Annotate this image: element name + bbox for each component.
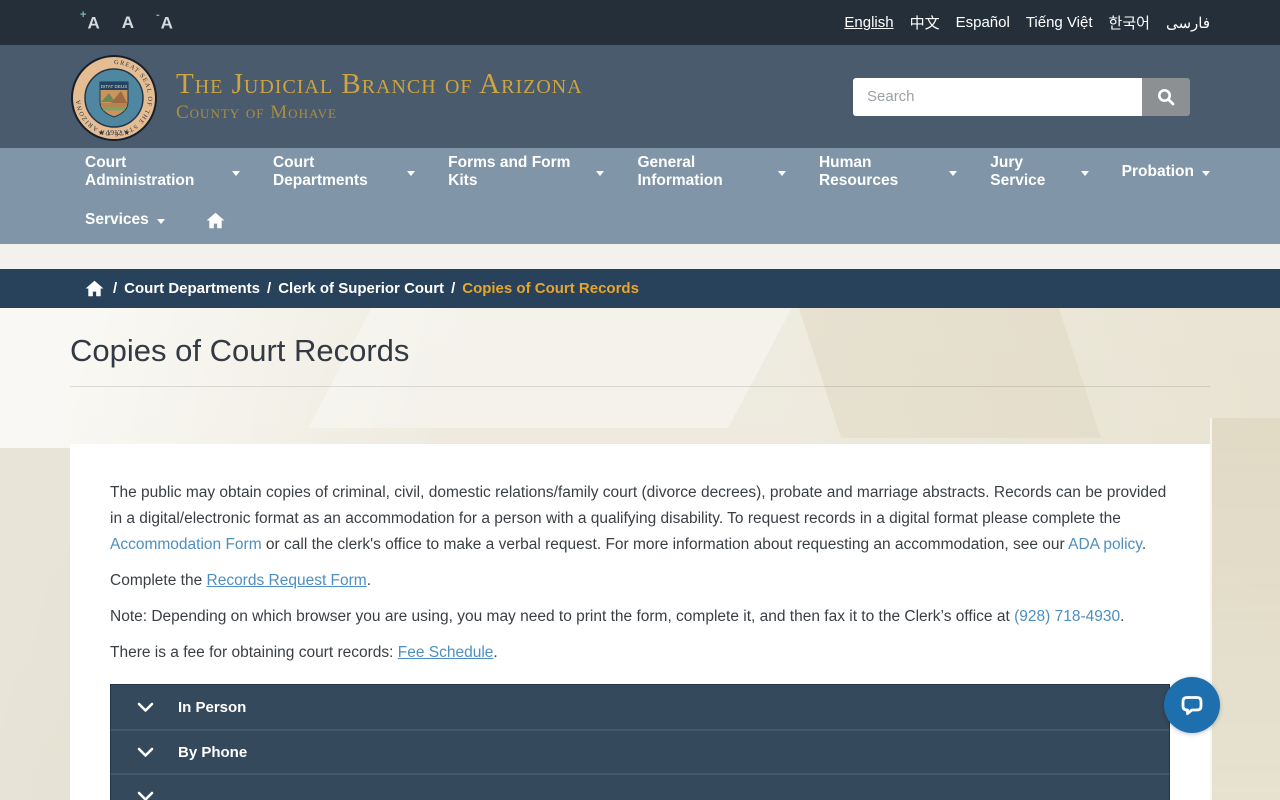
svg-text:★ 1912 ★: ★ 1912 ★ xyxy=(98,128,130,137)
chevron-down-icon xyxy=(137,747,154,758)
chat-bubble-icon xyxy=(1181,696,1203,715)
breadcrumb-home-link[interactable] xyxy=(85,280,104,297)
breadcrumb-link-court-departments[interactable]: Court Departments xyxy=(124,280,260,297)
svg-text:DITAT DEUS: DITAT DEUS xyxy=(101,84,128,89)
records-methods-accordion: In Person By Phone xyxy=(110,684,1170,800)
accordion-header-by-phone[interactable]: By Phone xyxy=(111,729,1169,773)
records-request-form-link[interactable]: Records Request Form xyxy=(207,572,367,589)
site-search xyxy=(853,77,1190,116)
nav-court-departments[interactable]: Court Departments xyxy=(273,154,416,190)
language-link-vietnamese[interactable]: Tiếng Việt xyxy=(1026,14,1093,31)
chevron-down-icon xyxy=(407,170,416,176)
arizona-state-seal-logo: GREAT SEAL OF THE STATE OF ARIZONA ★ 191… xyxy=(71,54,157,141)
font-size-decrease-button[interactable]: -A xyxy=(156,9,173,31)
nav-court-administration[interactable]: Court Administration xyxy=(85,154,240,190)
intro-paragraph: The public may obtain copies of criminal… xyxy=(110,484,1167,553)
plus-icon: + xyxy=(80,8,87,21)
breadcrumb-current-page: Copies of Court Records xyxy=(462,280,639,297)
title-divider xyxy=(70,386,1210,387)
page-title: Copies of Court Records xyxy=(70,333,410,368)
minus-icon: - xyxy=(156,8,160,21)
fax-note-paragraph: Note: Depending on which browser you are… xyxy=(110,608,1125,625)
accordion-header-by-fax[interactable] xyxy=(111,773,1169,800)
breadcrumb: / Court Departments / Clerk of Superior … xyxy=(70,269,1210,308)
site-title: The Judicial Branch of Arizona xyxy=(176,67,583,100)
language-link-english[interactable]: English xyxy=(844,14,893,31)
site-header: GREAT SEAL OF THE STATE OF ARIZONA ★ 191… xyxy=(0,45,1280,148)
clerk-phone-link[interactable]: (928) 718-4930 xyxy=(1014,608,1120,625)
page-content-area: Copies of Court Records The public may o… xyxy=(0,308,1280,800)
site-brand[interactable]: GREAT SEAL OF THE STATE OF ARIZONA ★ 191… xyxy=(70,52,583,142)
chevron-down-icon xyxy=(596,170,605,176)
breadcrumb-separator: / xyxy=(113,280,118,297)
accordion-header-in-person[interactable]: In Person xyxy=(111,685,1169,729)
nav-human-resources[interactable]: Human Resources xyxy=(819,154,958,190)
font-size-increase-button[interactable]: +A xyxy=(80,9,100,31)
background-building-image xyxy=(1210,418,1280,800)
chevron-down-icon xyxy=(1202,170,1210,176)
top-utility-bar: +A A -A English 中文 Español Tiếng Việt 한국… xyxy=(0,0,1280,45)
chevron-down-icon xyxy=(156,218,165,224)
breadcrumb-separator: / xyxy=(451,280,456,297)
ada-policy-link[interactable]: ADA policy xyxy=(1068,536,1142,553)
background-building-image xyxy=(0,448,70,800)
nav-forms-and-form-kits[interactable]: Forms and Form Kits xyxy=(448,154,605,190)
chevron-down-icon xyxy=(137,702,154,713)
home-icon xyxy=(206,212,225,228)
nav-general-information[interactable]: General Information xyxy=(637,154,786,190)
breadcrumb-link-clerk-of-superior-court[interactable]: Clerk of Superior Court xyxy=(278,280,444,297)
language-link-korean[interactable]: 한국어 xyxy=(1109,12,1150,33)
search-button[interactable] xyxy=(1142,77,1190,116)
font-size-reset-button[interactable]: A xyxy=(122,14,134,32)
content-card: The public may obtain copies of criminal… xyxy=(70,444,1210,800)
nav-services[interactable]: Services xyxy=(85,211,165,229)
fee-schedule-link[interactable]: Fee Schedule xyxy=(398,644,494,661)
live-chat-button[interactable] xyxy=(1164,677,1220,733)
search-icon xyxy=(1158,88,1175,105)
chevron-down-icon xyxy=(231,170,240,176)
chevron-down-icon xyxy=(777,170,786,176)
language-link-chinese[interactable]: 中文 xyxy=(910,12,940,33)
records-request-paragraph: Complete the Records Request Form. xyxy=(110,572,372,589)
search-input[interactable] xyxy=(853,77,1142,116)
accommodation-form-link[interactable]: Accommodation Form xyxy=(110,536,262,553)
nav-probation[interactable]: Probation xyxy=(1122,163,1210,181)
language-link-farsi[interactable]: فارسی xyxy=(1166,14,1210,32)
fee-paragraph: There is a fee for obtaining court recor… xyxy=(110,644,498,661)
breadcrumb-separator: / xyxy=(267,280,272,297)
spacer-strip xyxy=(0,244,1280,269)
chevron-down-icon xyxy=(1080,170,1089,176)
chevron-down-icon xyxy=(137,791,154,800)
font-size-controls: +A A -A xyxy=(70,9,173,32)
language-switcher: English 中文 Español Tiếng Việt 한국어 فارسی xyxy=(844,12,1210,33)
home-icon xyxy=(85,280,104,297)
chevron-down-icon xyxy=(949,170,958,176)
main-navigation: Court Administration Court Departments F… xyxy=(0,148,1280,244)
nav-home-button[interactable] xyxy=(206,212,225,229)
site-subtitle: County of Mohave xyxy=(176,102,337,124)
nav-jury-service[interactable]: Jury Service xyxy=(990,154,1089,190)
breadcrumb-bar: / Court Departments / Clerk of Superior … xyxy=(0,269,1280,308)
language-link-spanish[interactable]: Español xyxy=(956,14,1010,31)
